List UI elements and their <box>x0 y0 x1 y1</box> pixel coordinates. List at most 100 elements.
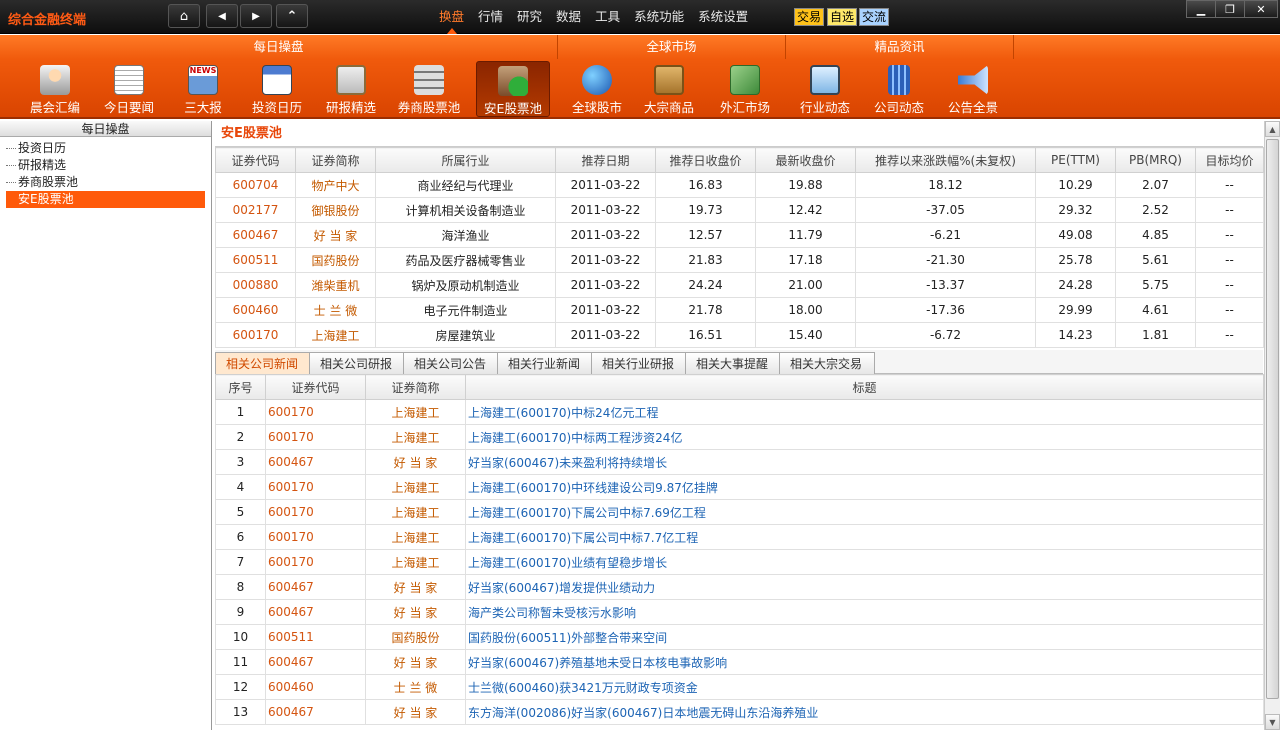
tab-company-announcements[interactable]: 相关公司公告 <box>403 352 500 374</box>
minimize-button[interactable]: ▁ <box>1186 0 1216 18</box>
pool-row[interactable]: 600460 士 兰 微电子元件制造业 2011-03-22 21.78 18.00 -1… <box>215 297 1264 323</box>
col-header[interactable]: 推荐日期 <box>555 147 656 173</box>
news-row[interactable]: 5 600170 上海建工 上海建工(600170)下属公司中标7.69亿工程 <box>215 499 1264 525</box>
pool-row[interactable]: 600467 好 当 家海洋渔业 2011-03-22 12.57 11.79 -6.21… <box>215 222 1264 248</box>
menu-item-huanpan[interactable]: 换盘 <box>432 0 471 34</box>
ribbon-btn-today-news[interactable]: 今日要闻 <box>92 61 166 117</box>
ribbon-btn-ane-pool[interactable]: 安E股票池 <box>476 61 550 117</box>
scroll-down-arrow-icon[interactable]: ▼ <box>1265 714 1280 730</box>
news-row[interactable]: 9 600467 好 当 家海产类公司称暂未受核污水影响 <box>215 599 1264 625</box>
news-title-link[interactable]: 上海建工(600170)下属公司中标7.7亿工程 <box>465 524 1264 550</box>
forward-icon: ▶ <box>252 10 260 22</box>
news-row[interactable]: 7 600170 上海建工 上海建工(600170)业绩有望稳步增长 <box>215 549 1264 575</box>
news-title-link[interactable]: 上海建工(600170)中标两工程涉资24亿 <box>465 424 1264 450</box>
col-header[interactable]: 证券代码 <box>215 147 296 173</box>
forward-button[interactable]: ▶ <box>240 4 272 28</box>
news-cell: 10 <box>215 624 266 650</box>
news-row[interactable]: 1 600170 上海建工 上海建工(600170)中标24亿元工程 <box>215 399 1264 425</box>
news-row[interactable]: 2 600170 上海建工 上海建工(600170)中标两工程涉资24亿 <box>215 424 1264 450</box>
tab-block-trades[interactable]: 相关大宗交易 <box>779 352 876 374</box>
col-header[interactable]: 所属行业 <box>375 147 556 173</box>
news-title-link[interactable]: 好当家(600467)养殖基地未受日本核电事故影响 <box>465 649 1264 675</box>
menu-item-research[interactable]: 研究 <box>510 0 549 34</box>
news-title-link[interactable]: 好当家(600467)增发提供业绩动力 <box>465 574 1264 600</box>
newspaper-icon <box>114 65 144 95</box>
col-header[interactable]: 推荐以来涨跌幅%(未复权) <box>855 147 1036 173</box>
ribbon-btn-industry-news[interactable]: 行业动态 <box>788 61 862 117</box>
menu-item-data[interactable]: 数据 <box>549 0 588 34</box>
col-header[interactable]: 证券简称 <box>365 374 466 400</box>
tab-industry-research[interactable]: 相关行业研报 <box>591 352 688 374</box>
news-row[interactable]: 6 600170 上海建工 上海建工(600170)下属公司中标7.7亿工程 <box>215 524 1264 550</box>
ribbon-btn-company-news[interactable]: 公司动态 <box>862 61 936 117</box>
col-header[interactable]: 目标均价 <box>1195 147 1264 173</box>
pool-row[interactable]: 002177 御银股份 计算机相关设备制造业 2011-03-22 19.73 12.42… <box>215 197 1264 223</box>
news-row[interactable]: 11 600467 好 当 家好当家(600467)养殖基地未受日本核电事故影响 <box>215 649 1264 675</box>
home-button[interactable]: ⌂ <box>168 4 200 28</box>
close-button[interactable]: ✕ <box>1244 0 1278 18</box>
vertical-scrollbar[interactable]: ▲ ▼ <box>1264 121 1280 730</box>
news-title-link[interactable]: 上海建工(600170)中标24亿元工程 <box>465 399 1264 425</box>
news-row[interactable]: 13 600467 好 当 家东方海洋(002086)好当家(600467)日本地震… <box>215 699 1264 725</box>
news-title-link[interactable]: 海产类公司称暂未受核污水影响 <box>465 599 1264 625</box>
news-title-link[interactable]: 士兰微(600460)获3421万元财政专项资金 <box>465 674 1264 700</box>
news-row[interactable]: 4 600170 上海建工 上海建工(600170)中环线建设公司9.87亿挂牌 <box>215 474 1264 500</box>
ribbon-btn-broker-pool[interactable]: 券商股票池 <box>392 61 466 117</box>
pool-row[interactable]: 600170 上海建工 房屋建筑业 2011-03-22 16.51 15.40 -6.72… <box>215 322 1264 348</box>
news-title-link[interactable]: 国药股份(600511)外部整合带来空间 <box>465 624 1264 650</box>
trade-quick-button[interactable]: 交易 <box>794 8 825 26</box>
top-button[interactable]: ⌃ <box>276 4 308 28</box>
scroll-thumb[interactable] <box>1266 139 1279 699</box>
news-title-link[interactable]: 东方海洋(002086)好当家(600467)日本地震无碍山东沿海养殖业 <box>465 699 1264 725</box>
scroll-up-arrow-icon[interactable]: ▲ <box>1265 121 1280 137</box>
menu-item-system-functions[interactable]: 系统功能 <box>627 0 691 34</box>
news-cell: 11 <box>215 649 266 675</box>
close-icon: ✕ <box>1256 2 1266 16</box>
col-header[interactable]: 序号 <box>215 374 266 400</box>
crate-icon <box>654 65 684 95</box>
ribbon-btn-investment-calendar[interactable]: 投资日历 <box>240 61 314 117</box>
tree-item-research-picks[interactable]: 研报精选 <box>0 157 211 174</box>
news-row[interactable]: 10 600511 国药股份 国药股份(600511)外部整合带来空间 <box>215 624 1264 650</box>
tab-company-research[interactable]: 相关公司研报 <box>309 352 406 374</box>
news-row[interactable]: 12 600460 士 兰 微士兰微(600460)获3421万元财政专项资金 <box>215 674 1264 700</box>
tree-item-ane-pool[interactable]: 安E股票池 <box>6 191 205 208</box>
ribbon-btn-morning-digest[interactable]: 晨会汇编 <box>18 61 92 117</box>
news-row[interactable]: 3 600467 好 当 家好当家(600467)未来盈利将持续增长 <box>215 449 1264 475</box>
col-header[interactable]: 证券简称 <box>295 147 376 173</box>
tab-industry-news[interactable]: 相关行业新闻 <box>497 352 594 374</box>
chat-quick-button[interactable]: 交流 <box>859 8 890 26</box>
news-title-link[interactable]: 上海建工(600170)业绩有望稳步增长 <box>465 549 1264 575</box>
ribbon-btn-announcements[interactable]: 公告全景 <box>936 61 1010 117</box>
col-header[interactable]: PE(TTM) <box>1035 147 1116 173</box>
pool-cell: 600170 <box>215 322 296 348</box>
news-cell: 600467 <box>265 574 366 600</box>
ribbon-btn-three-papers[interactable]: NEWS 三大报 <box>166 61 240 117</box>
news-row[interactable]: 8 600467 好 当 家好当家(600467)增发提供业绩动力 <box>215 574 1264 600</box>
ribbon-btn-forex[interactable]: 外汇市场 <box>708 61 782 117</box>
ribbon-btn-global-stocks[interactable]: 全球股市 <box>560 61 634 117</box>
menu-item-tools[interactable]: 工具 <box>588 0 627 34</box>
tree-item-investment-calendar[interactable]: 投资日历 <box>0 140 211 157</box>
back-button[interactable]: ◀ <box>206 4 238 28</box>
ribbon-btn-research-picks[interactable]: 研报精选 <box>314 61 388 117</box>
news-title-link[interactable]: 好当家(600467)未来盈利将持续增长 <box>465 449 1264 475</box>
watchlist-quick-button[interactable]: 自选 <box>827 8 858 26</box>
tree-item-broker-pool[interactable]: 券商股票池 <box>0 174 211 191</box>
col-header[interactable]: 标题 <box>465 374 1264 400</box>
pool-row[interactable]: 000880 潍柴重机 锅炉及原动机制造业 2011-03-22 24.24 21.00-… <box>215 272 1264 298</box>
pool-row[interactable]: 600511 国药股份 药品及医疗器械零售业 2011-03-22 21.83 17.18… <box>215 247 1264 273</box>
tab-company-news[interactable]: 相关公司新闻 <box>215 352 312 374</box>
col-header[interactable]: 证券代码 <box>265 374 366 400</box>
news-title-link[interactable]: 上海建工(600170)下属公司中标7.69亿工程 <box>465 499 1264 525</box>
menu-item-system-settings[interactable]: 系统设置 <box>691 0 755 34</box>
col-header[interactable]: 推荐日收盘价 <box>655 147 756 173</box>
col-header[interactable]: PB(MRQ) <box>1115 147 1196 173</box>
tab-major-events[interactable]: 相关大事提醒 <box>685 352 782 374</box>
menu-item-market[interactable]: 行情 <box>471 0 510 34</box>
pool-row[interactable]: 600704 物产中大 商业经纪与代理业 2011-03-22 16.83 19.88 18… <box>215 172 1264 198</box>
col-header[interactable]: 最新收盘价 <box>755 147 856 173</box>
restore-button[interactable]: ❐ <box>1215 0 1245 18</box>
ribbon-btn-commodities[interactable]: 大宗商品 <box>632 61 706 117</box>
news-title-link[interactable]: 上海建工(600170)中环线建设公司9.87亿挂牌 <box>465 474 1264 500</box>
